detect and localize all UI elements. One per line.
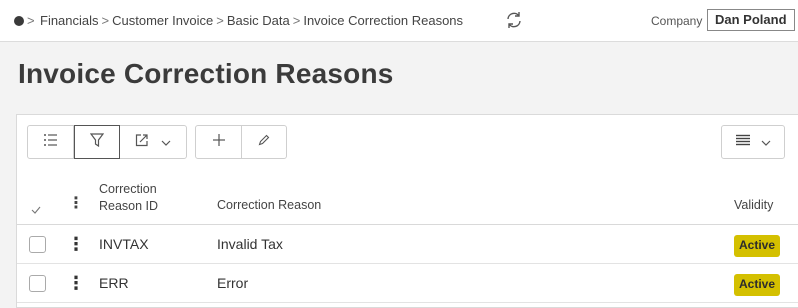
- correction-reason-id: INVTAX: [99, 236, 149, 252]
- row-checkbox[interactable]: [29, 236, 46, 253]
- filter-button[interactable]: [74, 125, 120, 159]
- company-label: Company: [651, 14, 703, 28]
- list-icon: [43, 133, 59, 152]
- home-icon[interactable]: [14, 16, 24, 26]
- row-checkbox[interactable]: [29, 275, 46, 292]
- column-view-button[interactable]: [722, 126, 784, 158]
- select-all-checkmark-icon[interactable]: [31, 203, 41, 217]
- toolbar-columns-group: [721, 125, 785, 159]
- toolbar-edit-group: [195, 125, 287, 159]
- export-icon: [135, 133, 149, 152]
- export-button[interactable]: [120, 126, 186, 158]
- edit-button[interactable]: [242, 126, 286, 158]
- correction-reason: Error: [217, 275, 249, 291]
- toolbar-view-group: [27, 125, 187, 159]
- correction-reason: Invalid Tax: [217, 236, 283, 252]
- header-kebab-icon[interactable]: ⋮: [68, 193, 84, 213]
- status-badge: Active: [734, 235, 781, 257]
- table-row[interactable]: ⋮ INVTAX Invalid Tax Active: [17, 226, 798, 264]
- correction-reason-id: ERR: [99, 275, 129, 291]
- table-card: ⋮ Correction Reason ID Correction Reason…: [16, 114, 798, 308]
- breadcrumb-item-invoice-correction-reasons[interactable]: Invoice Correction Reasons: [303, 13, 463, 28]
- refresh-icon[interactable]: [504, 10, 524, 30]
- column-header-validity[interactable]: Validity: [734, 198, 773, 212]
- breadcrumb: > Financials > Customer Invoice > Basic Data…: [27, 13, 464, 28]
- column-header-correction-reason[interactable]: Correction Reason: [217, 198, 321, 212]
- column-header-correction-reason-id[interactable]: Correction Reason ID: [99, 181, 158, 215]
- row-kebab-icon[interactable]: ⋮: [67, 274, 85, 292]
- status-badge: Active: [734, 274, 781, 296]
- column-view-icon: [735, 133, 751, 151]
- page-title: Invoice Correction Reasons: [18, 58, 394, 89]
- row-kebab-icon[interactable]: ⋮: [67, 235, 85, 253]
- company-selector[interactable]: Dan Poland: [707, 9, 795, 31]
- top-bar: > Financials > Customer Invoice > Basic Data…: [0, 0, 798, 42]
- list-view-button[interactable]: [28, 126, 74, 158]
- breadcrumb-item-customer-invoice[interactable]: Customer Invoice: [112, 13, 213, 28]
- table-header: ⋮ Correction Reason ID Correction Reason…: [17, 171, 798, 225]
- add-button[interactable]: [196, 126, 242, 158]
- chevron-down-icon: [161, 133, 171, 151]
- breadcrumb-item-basic-data[interactable]: Basic Data: [227, 13, 290, 28]
- add-icon: [212, 133, 226, 152]
- table-row[interactable]: ⋮ ERR Error Active: [17, 265, 798, 303]
- chevron-down-icon: [761, 133, 771, 151]
- breadcrumb-item-financials[interactable]: Financials: [40, 13, 99, 28]
- edit-icon: [258, 133, 270, 151]
- filter-icon: [89, 132, 105, 152]
- breadcrumb-separator: >: [27, 13, 35, 28]
